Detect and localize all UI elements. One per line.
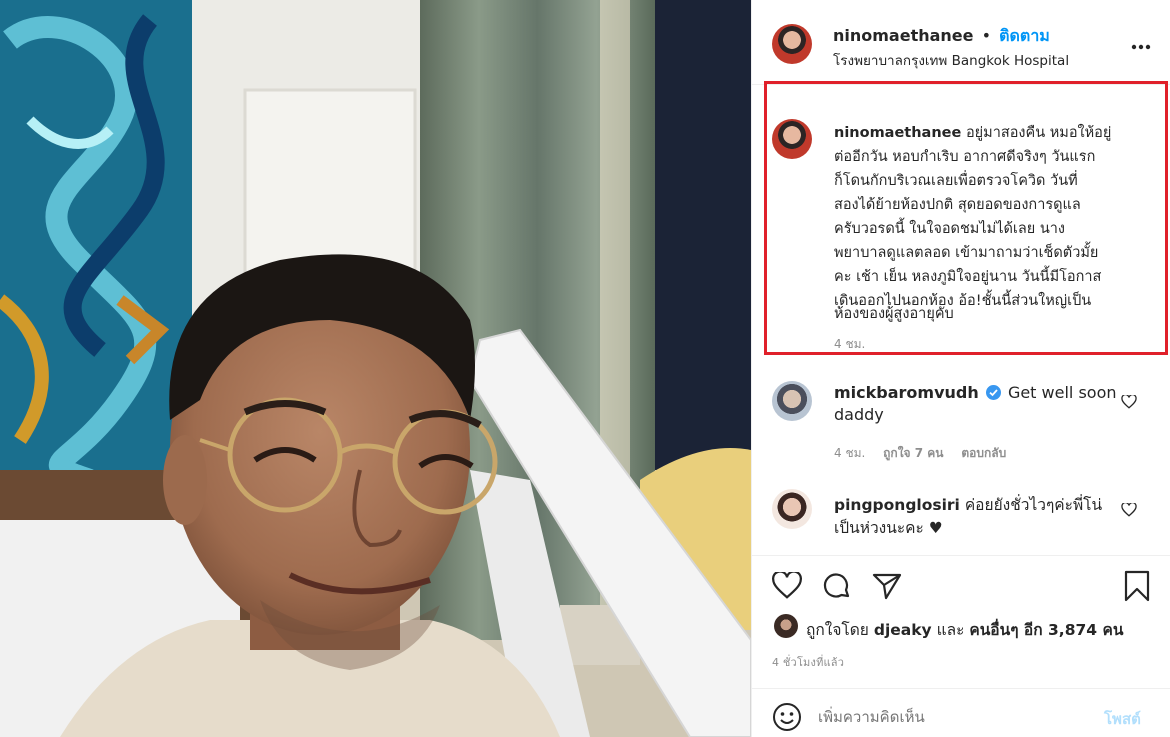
commenter-username[interactable]: pingponglosiri bbox=[834, 496, 960, 514]
comment-time[interactable]: 4 ชม. bbox=[834, 446, 865, 460]
divider bbox=[752, 555, 1170, 556]
caption-line: คะ เช้า เย็น หลงภูมิใจอยู่นาน วันนี้มีโอ… bbox=[834, 269, 1102, 285]
owner-username[interactable]: ninomaethanee bbox=[833, 26, 974, 45]
post-location[interactable]: โรงพยาบาลกรุงเทพ Bangkok Hospital bbox=[833, 49, 1069, 71]
caption-line: ห้องของผู้สูงอายุคับ bbox=[834, 306, 954, 322]
comment-input[interactable] bbox=[818, 704, 1088, 730]
likes-and: และ bbox=[936, 621, 965, 639]
caption-line: พยาบาลดูแลตลอด เข้ามาถามว่าเช็ดตัวมั้ย bbox=[834, 245, 1099, 261]
likes-others[interactable]: คนอื่นๆ อีก 3,874 คน bbox=[969, 621, 1123, 639]
send-icon[interactable] bbox=[872, 571, 902, 605]
post-side-panel: ninomaethanee • ติดตาม โรงพยาบาลกรุงเทพ … bbox=[751, 0, 1170, 737]
heart-icon[interactable] bbox=[1121, 502, 1137, 521]
comment-text: daddy bbox=[834, 405, 884, 424]
liker-username[interactable]: djeaky bbox=[874, 621, 932, 639]
comment-text: ค่อยยังชั่วไวๆค่ะพี่โน่ bbox=[964, 496, 1103, 514]
heart-icon[interactable] bbox=[1121, 394, 1137, 413]
caption-line: ก็โดนกักบริเวณเลยเพื่อตรวจโควิด วันที่ bbox=[834, 173, 1078, 189]
follow-button[interactable]: ติดตาม bbox=[999, 26, 1050, 45]
verified-badge-icon bbox=[985, 385, 1001, 400]
likes-prefix: ถูกใจโดย bbox=[806, 621, 869, 639]
smiley-icon[interactable] bbox=[772, 702, 802, 736]
caption-line: สองได้ย้ายห้องปกติ สุดยอดของการดูแล bbox=[834, 197, 1081, 213]
reply-button[interactable]: ตอบกลับ bbox=[961, 446, 1006, 460]
heart-icon[interactable] bbox=[772, 570, 802, 604]
comment-likes[interactable]: ถูกใจ 7 คน bbox=[883, 446, 943, 460]
caption-time[interactable]: 4 ชม. bbox=[834, 335, 865, 354]
comment-icon[interactable] bbox=[822, 571, 852, 605]
selfie-image bbox=[0, 0, 751, 737]
comment-text: เป็นห่วงนะคะ ♥ bbox=[834, 519, 943, 537]
caption-line: ninomaethanee อยู่มาสองคืน หมอให้อยู่ bbox=[834, 125, 1112, 141]
bookmark-icon[interactable] bbox=[1124, 570, 1150, 606]
caption-line: ครับวอรดนี้ ในใจอดชมไม่ได้เลย นาง bbox=[834, 221, 1066, 237]
commenter-avatar[interactable] bbox=[772, 489, 812, 529]
caption-avatar[interactable] bbox=[772, 119, 812, 159]
caption-line: ต่ออีกวัน หอบกำเริบ อากาศดีจริงๆ วันแรก bbox=[834, 149, 1096, 165]
comment-text: Get well soon bbox=[1007, 383, 1117, 402]
commenter-avatar[interactable] bbox=[772, 381, 812, 421]
liker-avatar[interactable] bbox=[774, 614, 798, 638]
separator-dot: • bbox=[981, 26, 992, 45]
owner-avatar[interactable] bbox=[772, 24, 812, 64]
commenter-username[interactable]: mickbaromvudh bbox=[834, 383, 979, 402]
post-photo[interactable] bbox=[0, 0, 751, 737]
post-timestamp[interactable]: 4 ชั่วโมงที่แล้ว bbox=[772, 653, 844, 671]
divider bbox=[752, 688, 1170, 689]
caption-username[interactable]: ninomaethanee bbox=[834, 125, 961, 141]
more-horizontal-icon[interactable] bbox=[1130, 36, 1152, 50]
post-comment-button[interactable]: โพสต์ bbox=[1104, 707, 1141, 731]
